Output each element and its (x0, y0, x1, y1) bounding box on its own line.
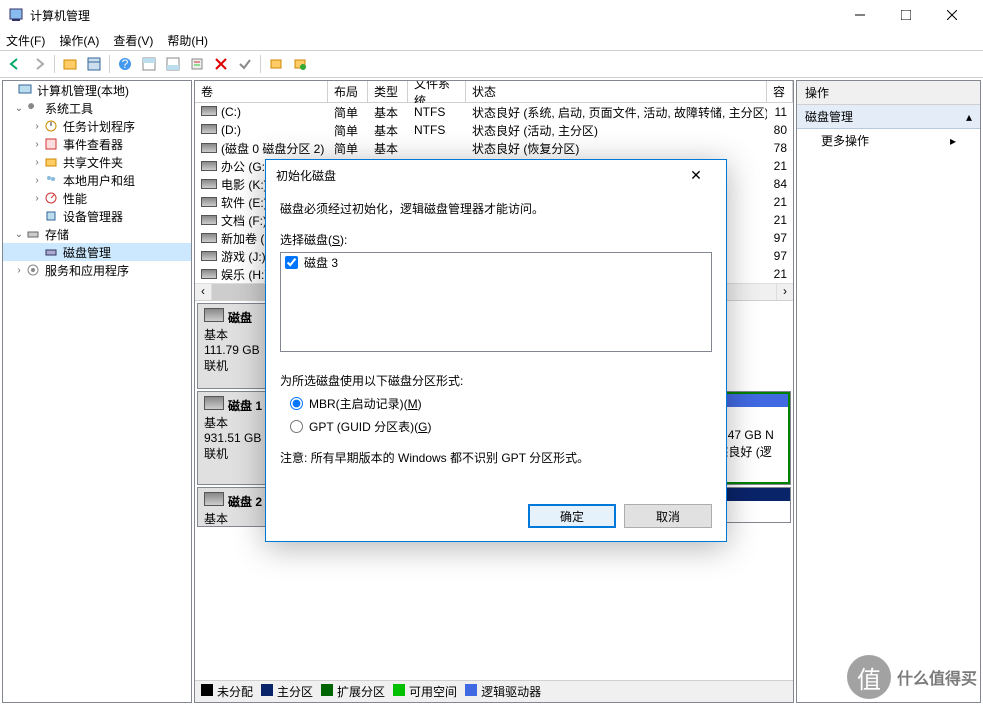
col-cap[interactable]: 容 (767, 81, 793, 102)
properties-icon[interactable] (59, 53, 81, 75)
actions-more[interactable]: 更多操作▸ (797, 129, 980, 152)
partition-style-label: 为所选磁盘使用以下磁盘分区形式: (280, 372, 712, 389)
users-icon (43, 172, 59, 188)
menu-file[interactable]: 文件(F) (6, 32, 45, 49)
perf-icon (43, 190, 59, 206)
menu-action[interactable]: 操作(A) (59, 32, 99, 49)
col-status[interactable]: 状态 (466, 81, 767, 102)
actions-section[interactable]: 磁盘管理▴ (797, 105, 980, 129)
volume-row[interactable]: (C:)简单基本NTFS状态良好 (系统, 启动, 页面文件, 活动, 故障转储… (195, 103, 793, 121)
nav-tree[interactable]: 计算机管理(本地) ⌄系统工具 ›任务计划程序 ›事件查看器 ›共享文件夹 ›本… (2, 80, 192, 703)
disk-select-list[interactable]: 磁盘 3 (280, 252, 712, 352)
menubar: 文件(F) 操作(A) 查看(V) 帮助(H) (0, 30, 983, 50)
mbr-radio[interactable]: MBR(主启动记录)(M) (290, 395, 712, 412)
computer-icon (17, 82, 33, 98)
settings-icon[interactable] (186, 53, 208, 75)
volume-header: 卷 布局 类型 文件系统 状态 容 (195, 81, 793, 103)
volume-row[interactable]: (D:)简单基本NTFS状态良好 (活动, 主分区)80 (195, 121, 793, 139)
tree-disk-management[interactable]: 磁盘管理 (3, 243, 191, 261)
tree-services[interactable]: ›服务和应用程序 (3, 261, 191, 279)
ok-button[interactable]: 确定 (528, 504, 616, 528)
volume-row[interactable]: (磁盘 0 磁盘分区 2)简单基本状态良好 (恢复分区)78 (195, 139, 793, 157)
show-hide-icon[interactable] (83, 53, 105, 75)
dialog-intro: 磁盘必须经过初始化，逻辑磁盘管理器才能访问。 (280, 200, 712, 217)
app-icon (8, 7, 24, 23)
legend-free-box (393, 684, 405, 696)
col-fs[interactable]: 文件系统 (408, 81, 466, 102)
rescan-icon[interactable] (265, 53, 287, 75)
select-disk-label: 选择磁盘(S): (280, 231, 712, 248)
dialog-title: 初始化磁盘 (276, 167, 676, 184)
services-icon (25, 262, 41, 278)
legend-unalloc-box (201, 684, 213, 696)
collapse-icon: ▴ (966, 110, 972, 124)
tree-performance[interactable]: ›性能 (3, 189, 191, 207)
minimize-button[interactable] (837, 0, 883, 30)
clock-icon (43, 118, 59, 134)
folder-share-icon (43, 154, 59, 170)
toolbar: ? (0, 50, 983, 78)
dialog-close-button[interactable]: ✕ (676, 161, 716, 189)
legend: 未分配 主分区 扩展分区 可用空间 逻辑驱动器 (195, 680, 793, 702)
delete-icon[interactable] (210, 53, 232, 75)
menu-help[interactable]: 帮助(H) (167, 32, 208, 49)
col-type[interactable]: 类型 (368, 81, 408, 102)
tree-event-viewer[interactable]: ›事件查看器 (3, 135, 191, 153)
view-top-icon[interactable] (138, 53, 160, 75)
close-button[interactable] (929, 0, 975, 30)
tree-system-tools[interactable]: ⌄系统工具 (3, 99, 191, 117)
chevron-right-icon: ▸ (950, 134, 956, 148)
wrench-icon (25, 100, 41, 116)
maximize-button[interactable] (883, 0, 929, 30)
col-layout[interactable]: 布局 (328, 81, 368, 102)
disk-icon (204, 396, 224, 410)
legend-extended-box (321, 684, 333, 696)
menu-view[interactable]: 查看(V) (113, 32, 153, 49)
titlebar: 计算机管理 (0, 0, 983, 30)
dialog-titlebar: 初始化磁盘 ✕ (266, 160, 726, 190)
legend-primary-box (261, 684, 273, 696)
tree-local-users[interactable]: ›本地用户和组 (3, 171, 191, 189)
forward-button[interactable] (28, 53, 50, 75)
svg-text:?: ? (122, 57, 129, 71)
actions-pane: 操作 磁盘管理▴ 更多操作▸ (796, 80, 981, 703)
initialize-disk-dialog: 初始化磁盘 ✕ 磁盘必须经过初始化，逻辑磁盘管理器才能访问。 选择磁盘(S): … (265, 159, 727, 542)
disk-3-check[interactable] (285, 256, 298, 269)
gpt-radio[interactable]: GPT (GUID 分区表)(G) (290, 418, 712, 435)
view-bottom-icon[interactable] (162, 53, 184, 75)
watermark: 值 什么值得买 (847, 655, 977, 699)
tree-root[interactable]: 计算机管理(本地) (3, 81, 191, 99)
help-icon[interactable]: ? (114, 53, 136, 75)
actions-header: 操作 (797, 81, 980, 105)
tree-device-manager[interactable]: 设备管理器 (3, 207, 191, 225)
tree-storage[interactable]: ⌄存储 (3, 225, 191, 243)
cancel-button[interactable]: 取消 (624, 504, 712, 528)
check-icon[interactable] (234, 53, 256, 75)
storage-icon (25, 226, 41, 242)
event-icon (43, 136, 59, 152)
disk-icon (204, 308, 224, 322)
tree-task-scheduler[interactable]: ›任务计划程序 (3, 117, 191, 135)
watermark-icon: 值 (847, 655, 891, 699)
tree-shared-folders[interactable]: ›共享文件夹 (3, 153, 191, 171)
dialog-note: 注意: 所有早期版本的 Windows 都不识别 GPT 分区形式。 (280, 449, 712, 466)
disk-3-checkbox[interactable]: 磁盘 3 (281, 253, 711, 272)
col-volume[interactable]: 卷 (195, 81, 328, 102)
disk-mgmt-icon (43, 244, 59, 260)
legend-logical-box (465, 684, 477, 696)
disk-icon (204, 492, 224, 506)
back-button[interactable] (4, 53, 26, 75)
window-title: 计算机管理 (30, 7, 837, 24)
device-icon (43, 208, 59, 224)
action-icon[interactable] (289, 53, 311, 75)
